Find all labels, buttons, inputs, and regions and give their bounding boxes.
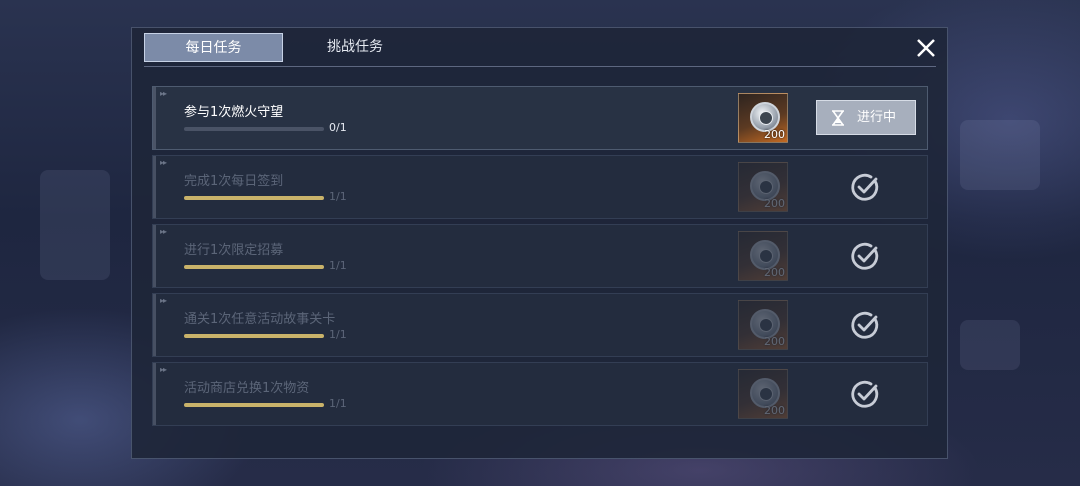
reward-item[interactable]: 200	[738, 93, 788, 143]
chevron-icon: ▸▸	[160, 227, 167, 236]
row-accent	[153, 156, 156, 218]
chevron-icon: ▸▸	[160, 296, 167, 305]
reward-quantity: 200	[764, 197, 785, 210]
row-accent	[153, 87, 156, 149]
task-title: 活动商店兑换1次物资	[184, 381, 310, 396]
task-title: 完成1次每日签到	[184, 174, 284, 189]
task-row: ▸▸ 完成1次每日签到 1/1 200	[152, 155, 928, 219]
check-circle-icon	[851, 380, 879, 408]
check-circle-icon	[851, 311, 879, 339]
row-accent	[153, 294, 156, 356]
task-row: ▸▸ 进行1次限定招募 1/1 200	[152, 224, 928, 288]
progress-bar-fill	[184, 196, 324, 200]
progress-count: 1/1	[329, 190, 347, 203]
progress-count: 1/1	[329, 397, 347, 410]
progress-bar-fill	[184, 403, 324, 407]
progress-bar-fill	[184, 334, 324, 338]
task-title: 参与1次燃火守望	[184, 105, 284, 120]
chevron-icon: ▸▸	[160, 89, 167, 98]
task-row: ▸▸ 参与1次燃火守望 0/1 200 进行中	[152, 86, 928, 150]
progress-count: 1/1	[329, 328, 347, 341]
check-circle-icon	[851, 242, 879, 270]
status-label: 进行中	[857, 110, 897, 125]
chevron-icon: ▸▸	[160, 158, 167, 167]
hourglass-icon	[832, 110, 844, 126]
reward-quantity: 200	[764, 335, 785, 348]
tab-divider	[144, 66, 936, 67]
progress-bar	[184, 127, 324, 131]
progress-bar	[184, 403, 324, 407]
reward-item[interactable]: 200	[738, 231, 788, 281]
tab-daily-tasks[interactable]: 每日任务	[144, 33, 283, 62]
reward-quantity: 200	[764, 128, 785, 141]
background-shape	[40, 170, 110, 280]
progress-bar	[184, 334, 324, 338]
progress-count: 1/1	[329, 259, 347, 272]
reward-item[interactable]: 200	[738, 369, 788, 419]
progress-bar	[184, 196, 324, 200]
reward-item[interactable]: 200	[738, 162, 788, 212]
chevron-icon: ▸▸	[160, 365, 167, 374]
reward-quantity: 200	[764, 266, 785, 279]
progress-count: 0/1	[329, 121, 347, 134]
tab-challenge-tasks[interactable]: 挑战任务	[300, 33, 410, 62]
row-accent	[153, 225, 156, 287]
close-button[interactable]	[912, 34, 940, 62]
reward-quantity: 200	[764, 404, 785, 417]
in-progress-button[interactable]: 进行中	[816, 100, 916, 135]
row-accent	[153, 363, 156, 425]
progress-bar	[184, 265, 324, 269]
check-circle-icon	[851, 173, 879, 201]
task-row: ▸▸ 通关1次任意活动故事关卡 1/1 200	[152, 293, 928, 357]
background-shape	[960, 320, 1020, 370]
task-row: ▸▸ 活动商店兑换1次物资 1/1 200	[152, 362, 928, 426]
progress-bar-fill	[184, 265, 324, 269]
close-icon	[917, 39, 935, 57]
task-title: 进行1次限定招募	[184, 243, 284, 258]
reward-item[interactable]: 200	[738, 300, 788, 350]
task-title: 通关1次任意活动故事关卡	[184, 312, 336, 327]
background-shape	[960, 120, 1040, 190]
